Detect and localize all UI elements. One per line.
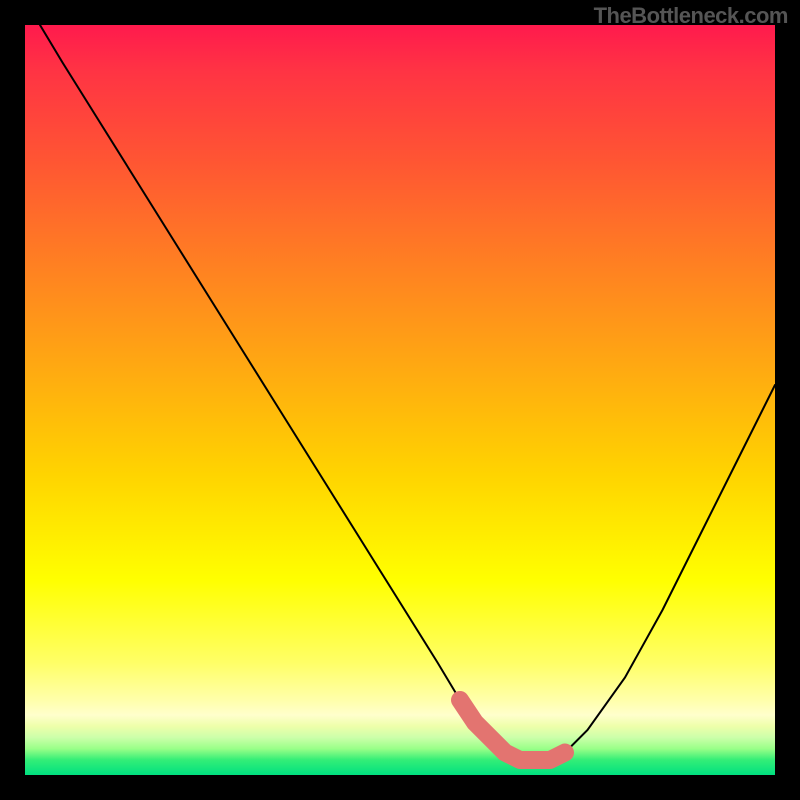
optimal-zone-marker bbox=[460, 700, 565, 760]
plot-area bbox=[25, 25, 775, 775]
curve-svg bbox=[25, 25, 775, 775]
watermark-text: TheBottleneck.com bbox=[594, 3, 788, 29]
bottleneck-curve bbox=[40, 25, 775, 760]
chart-stage: TheBottleneck.com bbox=[0, 0, 800, 800]
